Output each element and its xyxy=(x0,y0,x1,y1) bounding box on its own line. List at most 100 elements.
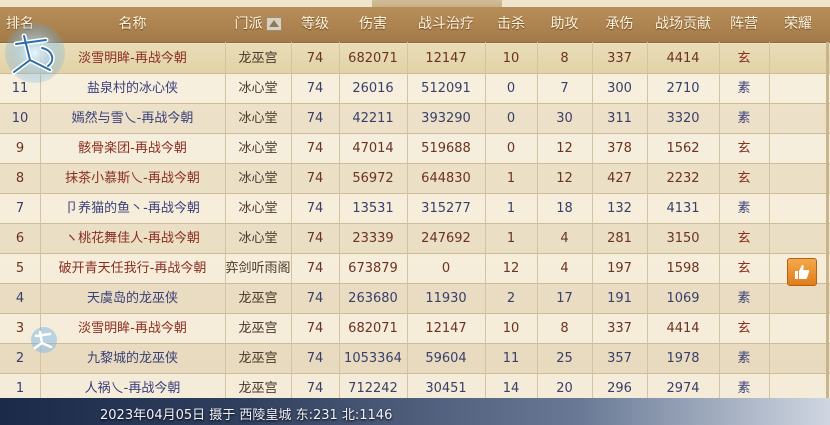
cell-heal: 247692 xyxy=(421,231,471,246)
cell-assists: 12 xyxy=(556,171,573,186)
game-logo-icon xyxy=(5,23,65,83)
cell-camp: 玄 xyxy=(737,171,751,186)
cell-camp: 素 xyxy=(737,201,751,216)
cell-level: 74 xyxy=(306,351,324,366)
cell-taken: 311 xyxy=(607,111,632,126)
cell-level: 74 xyxy=(306,231,324,246)
cell-assists: 18 xyxy=(556,201,573,216)
like-button[interactable] xyxy=(787,258,817,286)
header-heal[interactable]: 战斗治疗 xyxy=(407,7,485,42)
table-row[interactable]: 3 淡雪明眸-再战今朝 龙巫宫 74 682071 12147 10 8 337 4414 玄 xyxy=(0,314,830,344)
cell-assists: 8 xyxy=(560,51,569,66)
cell-faction: 龙巫宫 xyxy=(238,51,278,66)
header-faction[interactable]: 门派 xyxy=(225,7,291,42)
cell-rank: 8 xyxy=(15,171,25,186)
header-level[interactable]: 等级 xyxy=(291,7,339,42)
cell-name: 嫣然与雪乀-再战今朝 xyxy=(71,111,194,126)
cell-damage: 682071 xyxy=(348,51,398,66)
cell-rank: 5 xyxy=(15,261,25,276)
cell-heal: 11930 xyxy=(425,291,467,306)
header-taken[interactable]: 承伤 xyxy=(592,7,647,42)
cell-damage: 673879 xyxy=(348,261,398,276)
scrollbar[interactable] xyxy=(826,42,829,398)
game-logo-small-icon xyxy=(31,327,57,353)
cell-level: 74 xyxy=(306,51,324,66)
table-row[interactable]: 5 破开青天任我行-再战今朝 弈剑听雨阁 74 673879 0 12 4 197 1598 玄 xyxy=(0,254,830,284)
thumbs-up-icon xyxy=(795,265,810,279)
cell-kills: 2 xyxy=(506,291,516,306)
column-divider xyxy=(291,42,292,412)
cell-heal: 512091 xyxy=(421,81,471,96)
cell-faction: 冰心堂 xyxy=(238,201,278,216)
cell-assists: 17 xyxy=(556,291,573,306)
cell-taken: 281 xyxy=(607,231,632,246)
table-row[interactable]: 9 骸骨楽团-再战今朝 冰心堂 74 47014 519688 0 12 378 1562 玄 xyxy=(0,134,830,164)
cell-kills: 11 xyxy=(502,351,520,366)
cell-damage: 263680 xyxy=(348,291,398,306)
cell-kills: 0 xyxy=(506,141,516,156)
header-honor[interactable]: 荣耀 xyxy=(769,7,827,42)
cell-rank: 9 xyxy=(15,141,25,156)
cell-heal: 644830 xyxy=(421,171,471,186)
column-divider xyxy=(407,42,408,412)
cell-level: 74 xyxy=(306,261,324,276)
cell-level: 74 xyxy=(306,111,324,126)
cell-faction: 冰心堂 xyxy=(238,111,278,126)
cell-kills: 0 xyxy=(506,111,516,126)
cell-contribution: 1978 xyxy=(666,351,700,366)
table-row[interactable]: 4 天虞岛的龙巫侠 龙巫宫 74 263680 11930 2 17 191 1069 素 xyxy=(0,284,830,314)
cell-level: 74 xyxy=(306,201,324,216)
cell-camp: 玄 xyxy=(737,321,751,336)
cell-contribution: 4414 xyxy=(666,51,700,66)
cell-taken: 427 xyxy=(607,171,632,186)
cell-contribution: 1069 xyxy=(666,291,700,306)
cell-taken: 197 xyxy=(607,261,632,276)
header-kills[interactable]: 击杀 xyxy=(485,7,537,42)
cell-assists: 25 xyxy=(556,351,573,366)
cell-heal: 12147 xyxy=(425,51,467,66)
cell-heal: 315277 xyxy=(421,201,471,216)
cell-level: 74 xyxy=(306,171,324,186)
cell-kills: 1 xyxy=(506,201,516,216)
cell-taken: 378 xyxy=(607,141,632,156)
header-assists[interactable]: 助攻 xyxy=(537,7,592,42)
table-row[interactable]: 11 盐泉村的冰心侠 冰心堂 74 26016 512091 0 7 300 2710 素 xyxy=(0,74,830,104)
table-row[interactable]: 6 ヽ桃花舞佳人-再战今朝 冰心堂 74 23339 247692 1 4 281 3150 玄 xyxy=(0,224,830,254)
header-damage[interactable]: 伤害 xyxy=(339,7,407,42)
cell-faction: 冰心堂 xyxy=(238,171,278,186)
table-row[interactable]: 7 卩养猫的鱼丶-再战今朝 冰心堂 74 13531 315277 1 18 132 4131 素 xyxy=(0,194,830,224)
cell-name: 抹茶小慕斯乀-再战今朝 xyxy=(65,171,200,186)
table-row[interactable]: 8 抹茶小慕斯乀-再战今朝 冰心堂 74 56972 644830 1 12 427 2232 玄 xyxy=(0,164,830,194)
screenshot-caption: 2023年04月05日 摄于 西陵皇城 东:231 北:1146 xyxy=(100,408,393,423)
cell-kills: 1 xyxy=(506,171,516,186)
cell-damage: 47014 xyxy=(352,141,394,156)
cell-assists: 7 xyxy=(560,81,569,96)
table-row[interactable]: 2 九黎城的龙巫侠 龙巫宫 74 1053364 59604 11 25 357 1978 素 xyxy=(0,344,830,374)
cell-contribution: 1598 xyxy=(666,261,700,276)
cell-name: 九黎城的龙巫侠 xyxy=(86,351,178,366)
sort-ascending-icon[interactable] xyxy=(265,17,282,31)
cell-kills: 0 xyxy=(506,81,516,96)
column-divider xyxy=(769,42,770,412)
cell-camp: 玄 xyxy=(737,261,751,276)
column-divider xyxy=(719,42,720,412)
cell-assists: 8 xyxy=(560,321,569,336)
table-row[interactable]: 10 嫣然与雪乀-再战今朝 冰心堂 74 42211 393290 0 30 311 3320 素 xyxy=(0,104,830,134)
cell-kills: 12 xyxy=(502,261,520,276)
cell-contribution: 4131 xyxy=(666,201,700,216)
header-contribution[interactable]: 战场贡献 xyxy=(647,7,719,42)
self-player-row[interactable]: 淡雪明眸-再战今朝 龙巫宫 74 682071 12147 10 8 337 4414 玄 xyxy=(0,44,830,74)
cell-rank: 7 xyxy=(15,201,25,216)
header-camp[interactable]: 阵营 xyxy=(719,7,769,42)
cell-heal: 519688 xyxy=(421,141,471,156)
cell-name: 卩养猫的鱼丶-再战今朝 xyxy=(65,201,200,216)
cell-name: 破开青天任我行-再战今朝 xyxy=(58,261,207,276)
cell-contribution: 4414 xyxy=(666,321,700,336)
cell-taken: 337 xyxy=(607,51,632,66)
cell-level: 74 xyxy=(306,291,324,306)
column-divider xyxy=(485,42,486,412)
table-header: 排名 名称 门派 等级 伤害 战斗治疗 击杀 助攻 承伤 战场贡献 阵营 荣耀 xyxy=(0,7,830,43)
cell-damage: 682071 xyxy=(348,321,398,336)
column-divider xyxy=(592,42,593,412)
cell-kills: 10 xyxy=(502,321,520,336)
